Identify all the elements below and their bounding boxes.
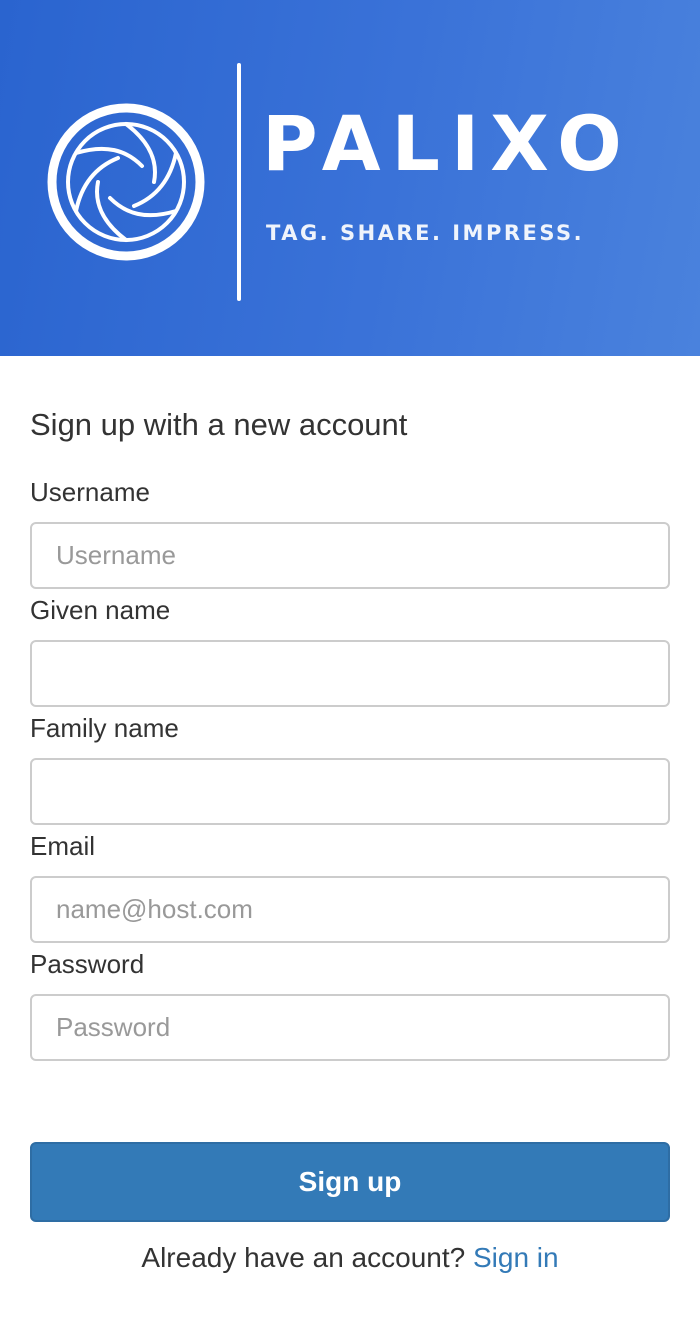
header-banner: PALIXO TAG. SHARE. IMPRESS. xyxy=(0,0,700,356)
email-label: Email xyxy=(30,831,96,861)
given-name-label: Given name xyxy=(30,595,171,625)
password-label: Password xyxy=(30,949,145,979)
username-input[interactable] xyxy=(30,522,670,589)
password-input[interactable] xyxy=(30,994,670,1061)
signin-prompt-text: Already have an account? xyxy=(141,1242,466,1273)
signin-link[interactable]: Sign in xyxy=(473,1242,559,1273)
family-name-label: Family name xyxy=(30,713,179,743)
form-title: Sign up with a new account xyxy=(30,407,408,442)
signin-prompt: Already have an account? Sign in xyxy=(30,1244,670,1272)
logo-divider xyxy=(237,63,241,301)
username-label: Username xyxy=(30,477,150,507)
brand-tagline: TAG. SHARE. IMPRESS. xyxy=(266,221,585,245)
given-name-input[interactable] xyxy=(30,640,670,707)
family-name-input[interactable] xyxy=(30,758,670,825)
camera-aperture-icon xyxy=(47,103,205,261)
signup-button[interactable]: Sign up xyxy=(30,1142,670,1222)
email-input[interactable] xyxy=(30,876,670,943)
brand-name: PALIXO xyxy=(262,99,633,188)
